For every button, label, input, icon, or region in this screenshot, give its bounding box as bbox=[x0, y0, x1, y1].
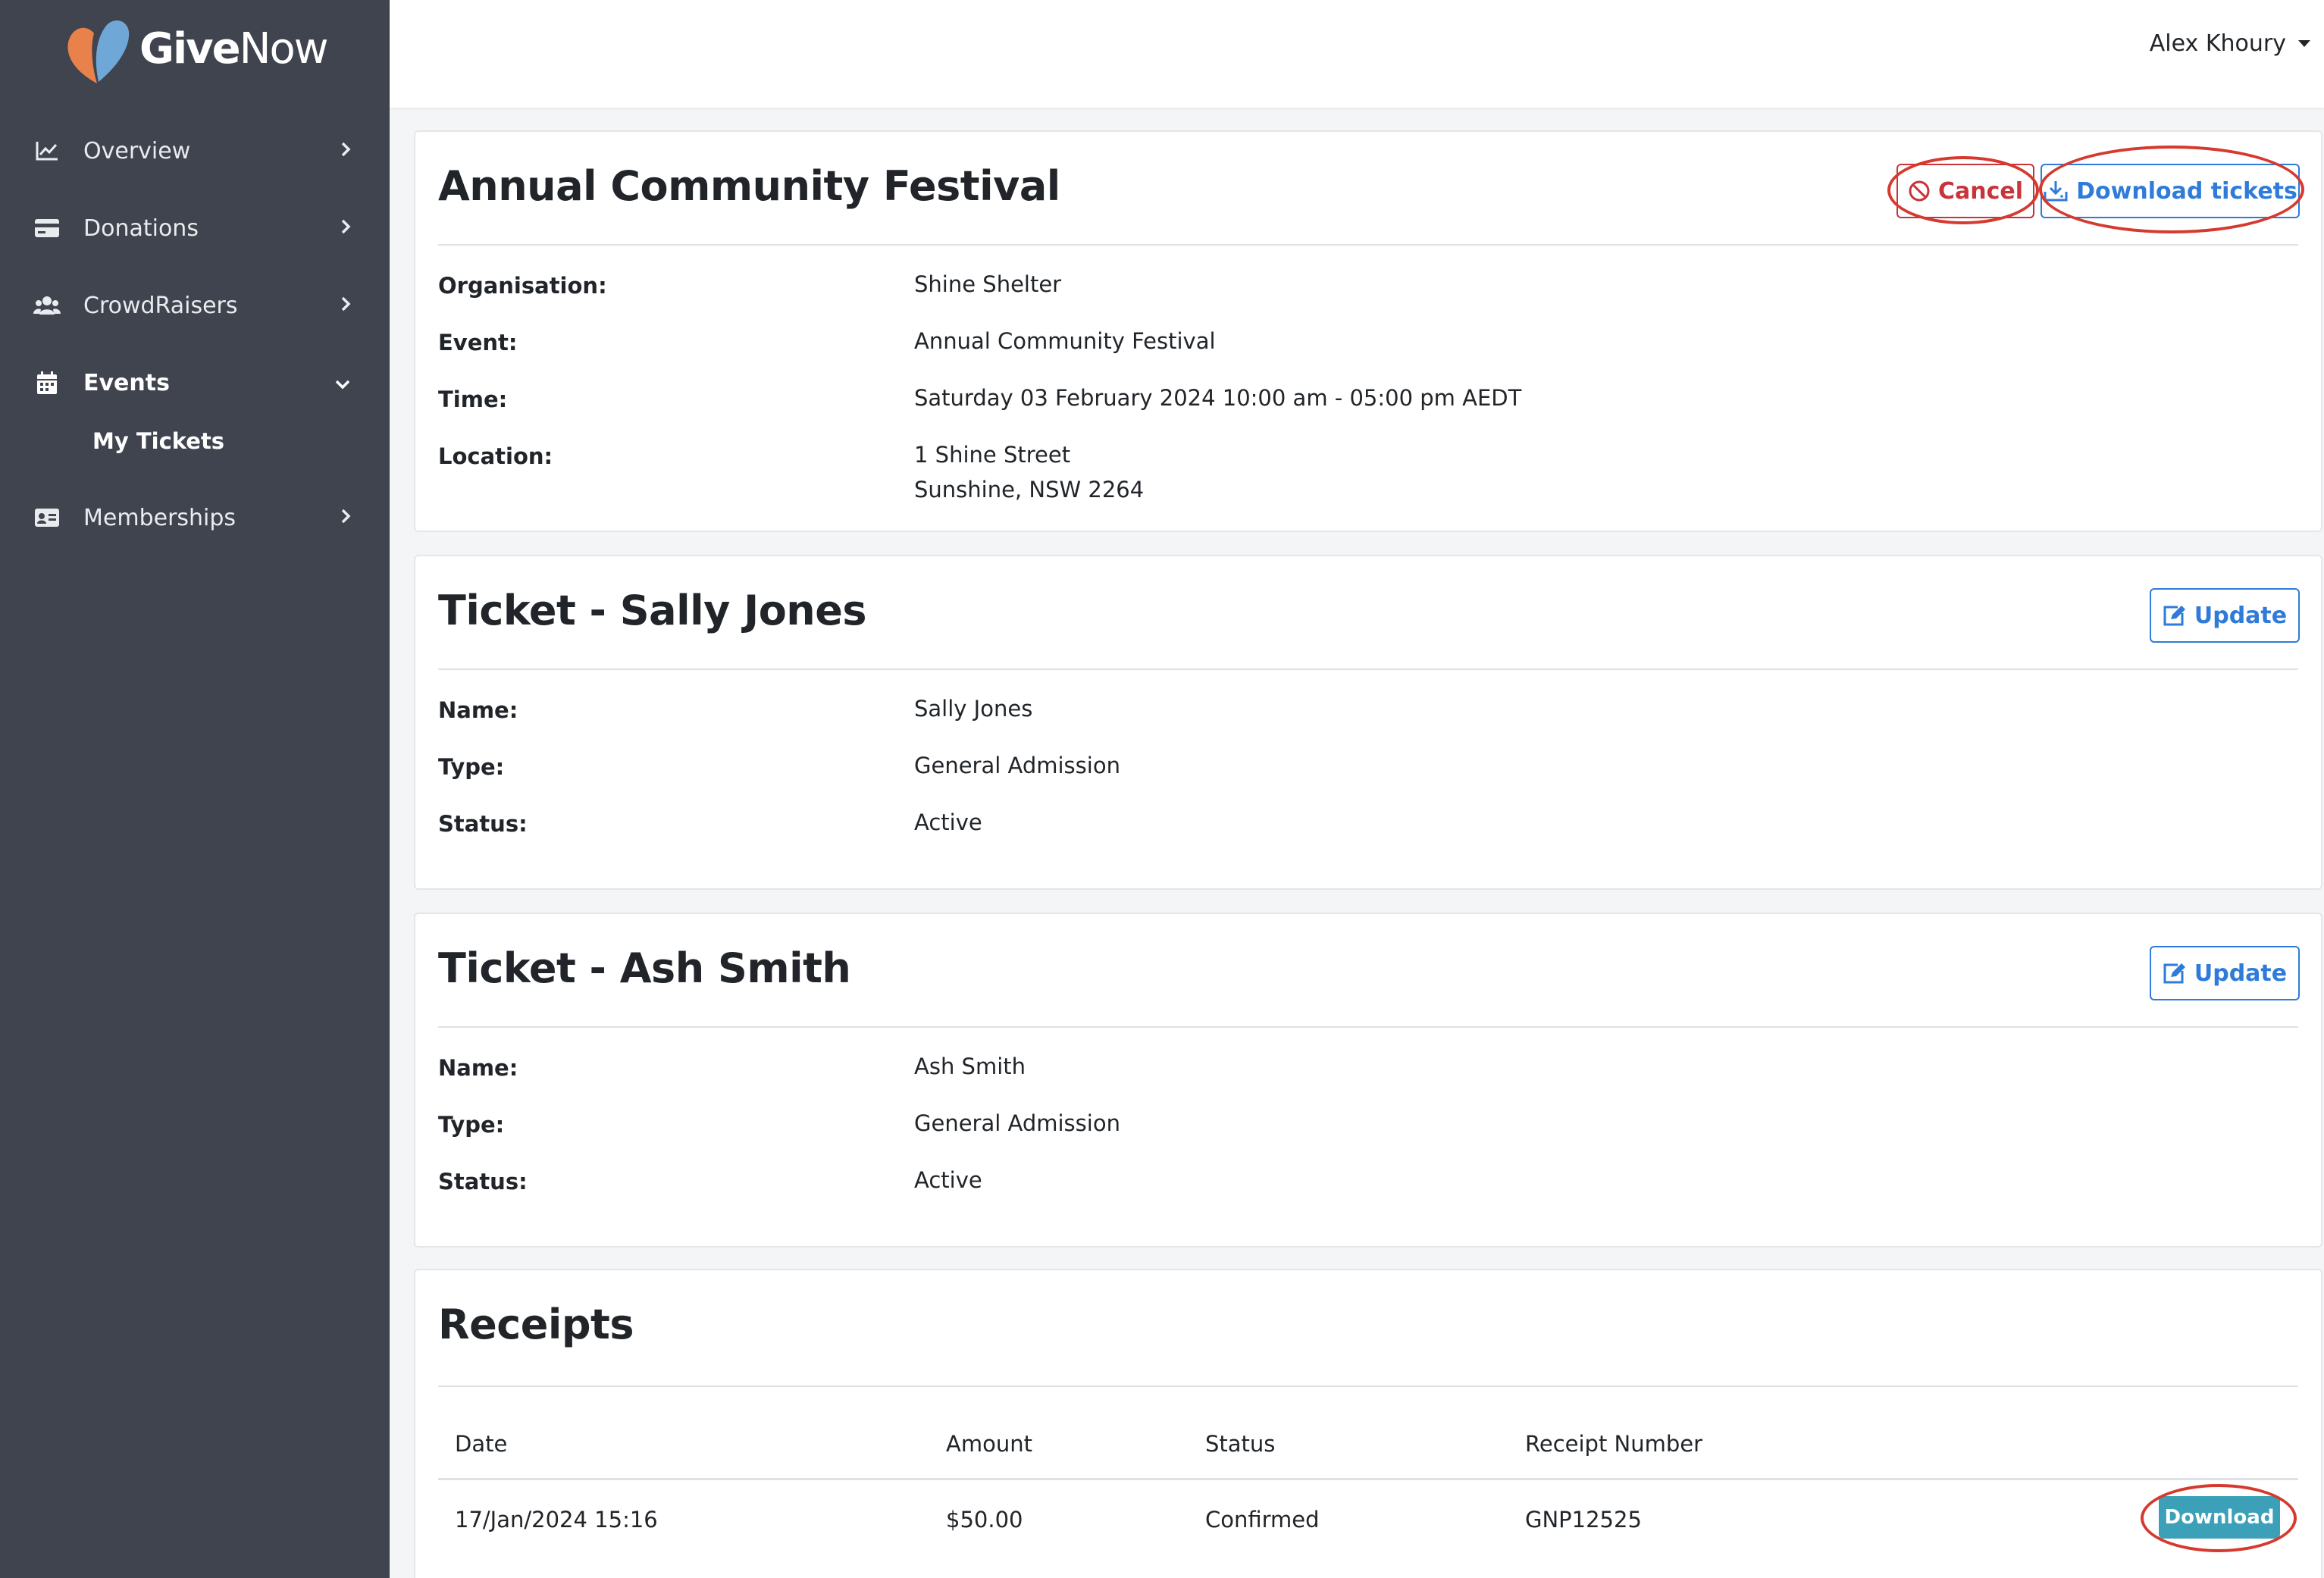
ticket-card: Ticket - Sally Jones Update Name: Sally … bbox=[414, 555, 2322, 890]
receipt-status: Confirmed bbox=[1205, 1507, 1320, 1533]
givenow-logo[interactable]: GiveNow bbox=[61, 9, 329, 88]
download-icon bbox=[2043, 180, 2069, 202]
top-bar: Alex Khoury bbox=[390, 0, 2324, 108]
column-header-amount: Amount bbox=[946, 1431, 1032, 1457]
receipt-amount: $50.00 bbox=[946, 1507, 1023, 1533]
heart-logo-icon bbox=[61, 9, 136, 88]
card-divider bbox=[438, 244, 2298, 246]
download-tickets-button[interactable]: Download tickets bbox=[2041, 164, 2300, 218]
sidebar-item-overview[interactable]: Overview bbox=[0, 112, 390, 189]
event-value: Annual Community Festival bbox=[914, 328, 1216, 354]
ban-icon bbox=[1908, 180, 1931, 202]
caret-down-icon bbox=[2298, 40, 2310, 47]
update-ticket-button[interactable]: Update bbox=[2150, 588, 2300, 643]
chevron-right-icon bbox=[340, 293, 352, 319]
ticket-title: Ticket - Sally Jones bbox=[438, 587, 867, 634]
update-button-label: Update bbox=[2194, 602, 2288, 629]
column-header-status: Status bbox=[1205, 1431, 1276, 1457]
type-value: General Admission bbox=[914, 1110, 1120, 1136]
type-label: Type: bbox=[438, 1112, 505, 1138]
time-label: Time: bbox=[438, 387, 508, 412]
type-value: General Admission bbox=[914, 753, 1120, 778]
time-value: Saturday 03 February 2024 10:00 am - 05:… bbox=[914, 385, 1522, 411]
location-value: 1 Shine Street Sunshine, NSW 2264 bbox=[914, 437, 1144, 507]
chevron-right-icon bbox=[340, 505, 352, 531]
sidebar-subitem-label: My Tickets bbox=[92, 428, 225, 454]
column-header-date: Date bbox=[455, 1431, 508, 1457]
column-header-receipt-number: Receipt Number bbox=[1525, 1431, 1703, 1457]
user-menu[interactable]: Alex Khoury bbox=[2150, 30, 2310, 57]
organisation-label: Organisation: bbox=[438, 273, 607, 299]
event-title: Annual Community Festival bbox=[438, 162, 1060, 210]
location-line-2: Sunshine, NSW 2264 bbox=[914, 477, 1145, 503]
sidebar-nav: Overview Donations CrowdRaisers Events M… bbox=[0, 112, 390, 556]
users-icon bbox=[33, 292, 61, 319]
download-receipt-button[interactable]: Download bbox=[2159, 1496, 2280, 1539]
sidebar-item-donations[interactable]: Donations bbox=[0, 189, 390, 267]
receipts-title: Receipts bbox=[438, 1301, 634, 1348]
chevron-right-icon bbox=[340, 138, 352, 164]
download-tickets-label: Download tickets bbox=[2076, 177, 2297, 205]
status-value: Active bbox=[914, 809, 982, 835]
cancel-button[interactable]: Cancel bbox=[1896, 164, 2034, 218]
id-card-icon bbox=[33, 504, 61, 531]
sidebar-item-label: Events bbox=[83, 369, 170, 396]
type-label: Type: bbox=[438, 754, 505, 780]
edit-icon bbox=[2163, 604, 2187, 627]
name-label: Name: bbox=[438, 1055, 518, 1081]
sidebar-item-label: Overview bbox=[83, 137, 191, 164]
card-divider bbox=[438, 668, 2298, 670]
status-label: Status: bbox=[438, 1169, 528, 1194]
chevron-down-icon bbox=[334, 370, 352, 396]
ticket-card: Ticket - Ash Smith Update Name: Ash Smit… bbox=[414, 913, 2322, 1248]
receipt-date: 17/Jan/2024 15:16 bbox=[455, 1507, 658, 1533]
status-value: Active bbox=[914, 1167, 982, 1193]
name-value: Ash Smith bbox=[914, 1054, 1026, 1079]
sidebar-item-label: Donations bbox=[83, 214, 199, 242]
event-label: Event: bbox=[438, 330, 518, 355]
sidebar-subitem-my-tickets[interactable]: My Tickets bbox=[0, 412, 390, 470]
chevron-right-icon bbox=[340, 215, 352, 242]
ticket-title: Ticket - Ash Smith bbox=[438, 944, 851, 992]
table-header-divider bbox=[438, 1478, 2298, 1480]
location-line-1: 1 Shine Street bbox=[914, 442, 1071, 468]
event-details-card: Annual Community Festival Cancel Downloa… bbox=[414, 130, 2322, 532]
sidebar-item-events[interactable]: Events bbox=[0, 344, 390, 421]
name-label: Name: bbox=[438, 697, 518, 723]
user-name: Alex Khoury bbox=[2149, 30, 2286, 57]
sidebar: GiveNow Overview Donations CrowdRaisers bbox=[0, 0, 390, 1578]
card-divider bbox=[438, 1385, 2298, 1387]
name-value: Sally Jones bbox=[914, 696, 1033, 722]
credit-card-icon bbox=[33, 214, 61, 242]
card-divider bbox=[438, 1026, 2298, 1028]
calendar-icon bbox=[33, 369, 61, 396]
update-button-label: Update bbox=[2194, 960, 2288, 987]
sidebar-item-crowdraisers[interactable]: CrowdRaisers bbox=[0, 267, 390, 344]
sidebar-item-memberships[interactable]: Memberships bbox=[0, 479, 390, 556]
chart-line-icon bbox=[33, 137, 61, 164]
update-ticket-button[interactable]: Update bbox=[2150, 946, 2300, 1000]
cancel-button-label: Cancel bbox=[1937, 177, 2024, 205]
status-label: Status: bbox=[438, 811, 528, 837]
edit-icon bbox=[2163, 962, 2187, 985]
organisation-value: Shine Shelter bbox=[914, 271, 1062, 297]
sidebar-item-label: CrowdRaisers bbox=[83, 292, 238, 319]
receipt-number: GNP12525 bbox=[1525, 1507, 1642, 1533]
brand-name: GiveNow bbox=[139, 23, 329, 74]
location-label: Location: bbox=[438, 443, 553, 469]
receipts-card: Receipts Date Amount Status Receipt Numb… bbox=[414, 1269, 2322, 1578]
sidebar-item-label: Memberships bbox=[83, 504, 236, 531]
